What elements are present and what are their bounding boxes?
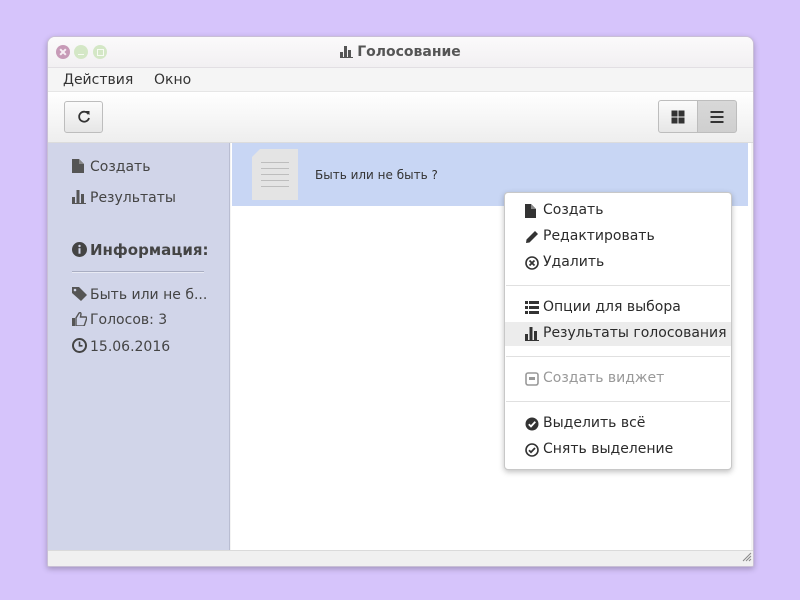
check-circle-filled-icon — [525, 417, 539, 431]
status-bar — [48, 547, 753, 566]
file-icon — [72, 159, 90, 177]
list-icon — [525, 301, 539, 315]
tag-icon — [72, 287, 90, 305]
circle-x-icon — [525, 256, 539, 270]
ctx-item-delete[interactable]: Удалить — [505, 251, 731, 275]
grid-view-icon — [671, 110, 685, 123]
file-icon — [525, 204, 539, 218]
ctx-item-select-all[interactable]: Выделить всё — [505, 412, 731, 436]
context-menu: Создать Редактировать Удалить Опции для … — [504, 192, 732, 470]
ctx-item-options[interactable]: Опции для выбора — [505, 296, 731, 320]
info-votes: Голосов: 3 — [72, 311, 168, 330]
sidebar-item-label: Результаты — [90, 190, 176, 206]
bar-chart-icon — [72, 190, 90, 208]
ctx-item-poll-results[interactable]: Результаты голосования — [505, 322, 731, 346]
info-votes-text: Голосов: 3 — [90, 312, 168, 328]
thumbs-up-icon — [72, 311, 90, 330]
ctx-item-label: Снять выделение — [543, 441, 674, 457]
info-heading: Информация: — [72, 241, 208, 261]
menu-window[interactable]: Окно — [154, 72, 191, 88]
document-icon — [252, 149, 298, 200]
toolbar — [48, 92, 753, 143]
ctx-item-deselect[interactable]: Снять выделение — [505, 438, 731, 462]
ctx-item-label: Результаты голосования — [543, 325, 727, 341]
menu-bar: Действия Окно — [48, 68, 753, 92]
ctx-item-create[interactable]: Создать — [505, 199, 731, 223]
menu-separator — [506, 356, 730, 357]
resize-grip-icon[interactable] — [742, 547, 752, 566]
info-question: Быть или не б... — [72, 287, 207, 305]
info-date: 15.06.2016 — [72, 338, 170, 357]
sidebar-divider — [72, 271, 204, 273]
menu-separator — [506, 285, 730, 286]
info-date-text: 15.06.2016 — [90, 339, 171, 355]
ctx-item-create-widget[interactable]: Создать виджет — [505, 367, 731, 391]
title-bar[interactable]: Голосование — [48, 37, 753, 68]
bar-chart-icon — [340, 46, 354, 62]
sidebar-item-create[interactable]: Создать — [72, 159, 150, 177]
ctx-item-label: Удалить — [543, 254, 605, 270]
ctx-item-label: Редактировать — [543, 228, 655, 244]
sidebar: Создать Результаты Информация: Быть или … — [48, 143, 230, 550]
refresh-button[interactable] — [64, 101, 103, 133]
ctx-item-label: Выделить всё — [543, 415, 646, 431]
info-heading-text: Информация: — [90, 241, 209, 259]
sidebar-item-results[interactable]: Результаты — [72, 190, 176, 208]
list-view-icon — [710, 110, 724, 123]
bar-chart-icon — [525, 327, 539, 341]
menu-actions[interactable]: Действия — [63, 72, 133, 88]
ctx-item-label: Опции для выбора — [543, 299, 681, 315]
widget-icon — [525, 372, 539, 386]
window-title-text: Голосование — [357, 44, 461, 60]
list-item-title: Быть или не быть ? — [315, 168, 438, 182]
clock-icon — [72, 338, 90, 357]
pencil-icon — [525, 230, 539, 244]
menu-separator — [506, 401, 730, 402]
check-circle-outline-icon — [525, 443, 539, 457]
refresh-icon — [77, 110, 90, 123]
info-icon — [72, 242, 90, 261]
ctx-item-label: Создать — [543, 202, 604, 218]
info-question-text: Быть или не б... — [90, 287, 208, 303]
grid-view-button[interactable] — [658, 100, 698, 133]
sidebar-item-label: Создать — [90, 159, 151, 175]
list-view-button[interactable] — [697, 100, 737, 133]
ctx-item-edit[interactable]: Редактировать — [505, 225, 731, 249]
window-title: Голосование — [48, 44, 753, 62]
ctx-item-label: Создать виджет — [543, 370, 665, 386]
